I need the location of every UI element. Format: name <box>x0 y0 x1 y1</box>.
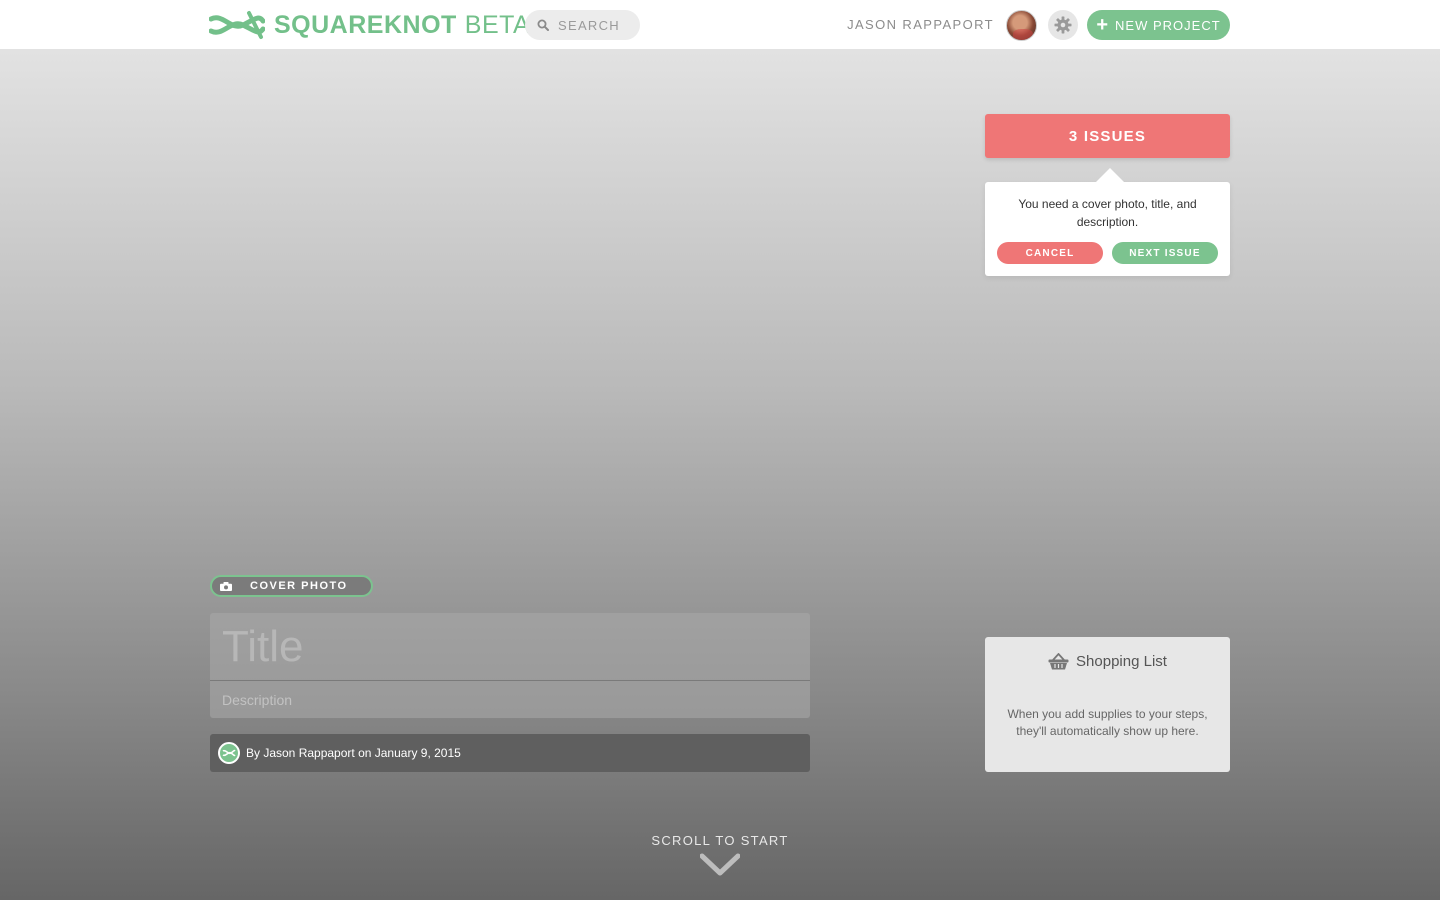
description-input[interactable] <box>210 681 810 718</box>
author-knot-icon <box>218 742 240 764</box>
settings-button[interactable] <box>1048 10 1078 40</box>
avatar[interactable] <box>1006 10 1037 41</box>
new-project-button[interactable]: + NEW PROJECT <box>1087 10 1230 40</box>
shopping-list-card: Shopping List When you add supplies to y… <box>985 637 1230 772</box>
shopping-list-title: Shopping List <box>1076 653 1167 670</box>
basket-icon <box>1048 653 1069 670</box>
scroll-to-start-label[interactable]: SCROLL TO START <box>620 833 820 848</box>
cover-photo-button[interactable]: COVER PHOTO <box>210 575 373 597</box>
project-editor-canvas: 3 ISSUES You need a cover photo, title, … <box>0 50 1440 900</box>
shopping-list-empty-text: When you add supplies to your steps, the… <box>1007 707 1208 738</box>
title-input[interactable] <box>210 613 810 680</box>
plus-icon: + <box>1096 14 1110 36</box>
title-description-box <box>210 613 810 718</box>
search-icon <box>537 19 549 31</box>
brand-name: SQUAREKNOT <box>274 11 457 39</box>
gear-icon <box>1054 16 1072 34</box>
brand-wordmark: SQUAREKNOT BETA <box>274 9 530 41</box>
byline-text: By Jason Rappaport on January 9, 2015 <box>246 746 461 760</box>
issues-button[interactable]: 3 ISSUES <box>985 114 1230 158</box>
cover-photo-label: COVER PHOTO <box>250 580 348 592</box>
shopping-list-header: Shopping List <box>985 653 1230 670</box>
camera-icon <box>220 581 232 591</box>
search-box[interactable] <box>525 10 640 40</box>
cancel-button[interactable]: CANCEL <box>997 242 1103 264</box>
new-project-label: NEW PROJECT <box>1115 17 1221 33</box>
search-input[interactable] <box>558 17 638 33</box>
chevron-down-icon[interactable] <box>700 853 740 877</box>
top-navigation-bar: SQUAREKNOTBETA JASON RAPPAPORT <box>0 0 1440 50</box>
issue-popover: You need a cover photo, title, and descr… <box>985 168 1230 276</box>
beta-label: BETA <box>464 11 531 39</box>
knot-logo-icon <box>209 11 265 39</box>
issue-message: You need a cover photo, title, and descr… <box>1018 197 1197 229</box>
author-byline: By Jason Rappaport on January 9, 2015 <box>210 734 810 772</box>
brand-logo[interactable]: SQUAREKNOT BETA <box>209 9 530 41</box>
user-name[interactable]: JASON RAPPAPORT <box>847 0 994 50</box>
next-issue-button[interactable]: NEXT ISSUE <box>1112 242 1218 264</box>
